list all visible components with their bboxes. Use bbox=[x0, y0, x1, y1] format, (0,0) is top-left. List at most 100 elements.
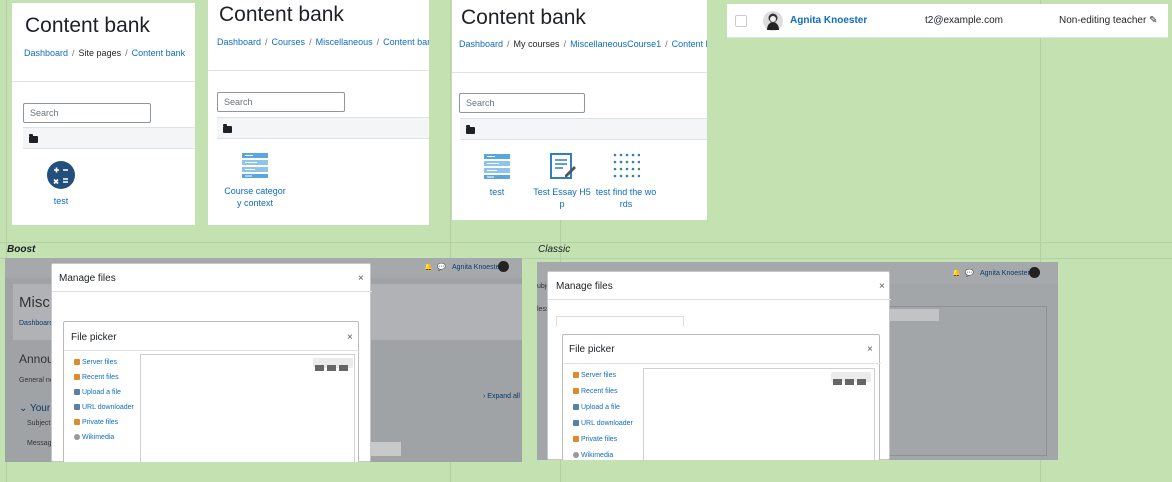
editor-toolbar bbox=[889, 309, 939, 321]
chat-icon[interactable]: 💬 bbox=[437, 263, 446, 271]
content-item[interactable]: test bbox=[474, 152, 520, 198]
breadcrumb-content-bank[interactable]: Content bank bbox=[672, 39, 707, 49]
repo-private-files[interactable]: Private files bbox=[74, 419, 118, 426]
dialog-title: File picker bbox=[569, 344, 615, 355]
content-item[interactable]: Test Essay H5 p bbox=[533, 152, 591, 210]
page-title: Content bank bbox=[219, 3, 344, 26]
avatar bbox=[763, 11, 783, 31]
content-item-label: test bbox=[489, 187, 505, 197]
folder-icon[interactable] bbox=[223, 124, 232, 133]
avatar bbox=[1029, 267, 1040, 278]
grid-line bbox=[0, 242, 1172, 243]
close-icon[interactable]: × bbox=[347, 332, 353, 343]
repo-label: Wikimedia bbox=[82, 434, 115, 441]
repo-label: Upload a file bbox=[82, 389, 121, 396]
content-item[interactable]: test find the wo rds bbox=[594, 152, 658, 210]
content-item-label: y context bbox=[236, 198, 274, 208]
calculator-icon bbox=[47, 161, 75, 189]
upload-icon bbox=[573, 404, 579, 411]
content-item[interactable]: Course categor y context bbox=[222, 151, 288, 209]
repo-label: Wikimedia bbox=[581, 452, 614, 459]
content-item-label: test bbox=[53, 196, 69, 206]
url-icon bbox=[573, 420, 579, 427]
repo-wikimedia[interactable]: Wikimedia bbox=[74, 434, 114, 441]
bell-icon[interactable]: 🔔 bbox=[952, 269, 961, 277]
content-item-label: p bbox=[559, 199, 565, 209]
repo-upload[interactable]: Upload a file bbox=[573, 404, 620, 411]
breadcrumb-courses[interactable]: Courses bbox=[272, 37, 306, 47]
file-picker-dialog: File picker × Server files Recent files … bbox=[562, 334, 881, 460]
breadcrumb[interactable]: Dashboard bbox=[19, 320, 53, 327]
expand-all-link[interactable]: › Expand all bbox=[483, 393, 520, 400]
user-menu-name[interactable]: Agnita Knoester bbox=[452, 264, 502, 271]
breadcrumb-dashboard[interactable]: Dashboard bbox=[217, 37, 261, 47]
view-mode-buttons[interactable] bbox=[313, 358, 353, 371]
repo-url-downloader[interactable]: URL downloader bbox=[74, 404, 134, 411]
bell-icon[interactable]: 🔔 bbox=[424, 263, 433, 271]
repo-label: URL downloader bbox=[82, 404, 134, 411]
repo-server-files[interactable]: Server files bbox=[74, 359, 117, 366]
user-menu-name[interactable]: Agnita Knoester bbox=[980, 270, 1030, 277]
repo-url-downloader[interactable]: URL downloader bbox=[573, 420, 633, 427]
divider bbox=[208, 70, 429, 71]
section-toggle[interactable]: ⌄ Your bbox=[19, 403, 50, 414]
repo-label: Private files bbox=[581, 436, 618, 443]
content-bank-panel-category: Content bank Dashboard / Courses / Miscellan… bbox=[208, 0, 429, 225]
find-the-words-icon bbox=[613, 153, 640, 178]
chat-icon[interactable]: 💬 bbox=[965, 269, 974, 277]
participant-role: Non-editing teacher ✎ bbox=[1059, 15, 1157, 26]
content-toolbar bbox=[217, 117, 429, 139]
close-icon[interactable]: × bbox=[358, 273, 364, 284]
classic-screenshot: 🔔 💬 Agnita Knoester ubje less Manage fil… bbox=[537, 262, 1058, 460]
file-picker-dialog: File picker × Server files Recent files … bbox=[63, 321, 360, 462]
repo-label: URL downloader bbox=[581, 420, 633, 427]
search-input[interactable]: Search bbox=[217, 92, 345, 112]
select-checkbox[interactable] bbox=[735, 15, 747, 27]
view-mode-buttons[interactable] bbox=[831, 372, 871, 385]
content-item-label: rds bbox=[619, 199, 633, 209]
breadcrumb: Dashboard / My courses / MiscellaneousCourse… bbox=[459, 39, 707, 49]
tab-strip bbox=[556, 316, 684, 326]
content-item-label: Course categor bbox=[224, 186, 286, 196]
breadcrumb-dashboard[interactable]: Dashboard bbox=[459, 39, 503, 49]
folder-icon[interactable] bbox=[466, 125, 475, 134]
editor-area bbox=[887, 306, 1047, 456]
breadcrumb-miscellaneous[interactable]: Miscellaneous bbox=[316, 37, 373, 47]
breadcrumb-content-bank[interactable]: Content bank bbox=[132, 48, 186, 58]
content-item[interactable]: test bbox=[38, 161, 84, 207]
private-icon bbox=[573, 436, 579, 443]
breadcrumb: Dashboard / Site pages / Content bank bbox=[24, 48, 186, 58]
content-item-label: Test Essay H5 bbox=[533, 187, 591, 197]
repo-recent-files[interactable]: Recent files bbox=[573, 388, 618, 395]
course-presentation-icon bbox=[242, 153, 268, 178]
page-title: Misc bbox=[19, 294, 50, 311]
message-label: Messag bbox=[27, 440, 52, 447]
content-bank-panel-course: Content bank Dashboard / My courses / Miscel… bbox=[452, 0, 707, 220]
folder-icon[interactable] bbox=[29, 134, 38, 143]
divider bbox=[52, 291, 372, 292]
participant-name[interactable]: Agnita Knoester bbox=[790, 15, 867, 26]
pencil-icon[interactable]: ✎ bbox=[1149, 15, 1157, 26]
section-label: Your bbox=[29, 403, 51, 414]
search-input[interactable]: Search bbox=[459, 93, 585, 113]
repo-private-files[interactable]: Private files bbox=[573, 436, 617, 443]
close-icon[interactable]: × bbox=[879, 281, 885, 292]
url-icon bbox=[74, 404, 80, 411]
breadcrumb-dashboard[interactable]: Dashboard bbox=[24, 48, 68, 58]
breadcrumb-content-bank[interactable]: Content bank bbox=[383, 37, 429, 47]
private-icon bbox=[74, 419, 80, 426]
repo-label: Recent files bbox=[82, 374, 119, 381]
repo-upload[interactable]: Upload a file bbox=[74, 389, 121, 396]
repo-server-files[interactable]: Server files bbox=[573, 372, 616, 379]
search-input[interactable]: Search bbox=[23, 103, 151, 123]
close-icon[interactable]: × bbox=[867, 344, 873, 355]
avatar bbox=[498, 261, 509, 272]
participant-row: Agnita Knoester t2@example.com Non-editi… bbox=[727, 4, 1168, 38]
repo-recent-files[interactable]: Recent files bbox=[74, 374, 119, 381]
repo-label: Server files bbox=[82, 359, 118, 366]
repo-wikimedia[interactable]: Wikimedia bbox=[573, 452, 613, 459]
recent-icon bbox=[74, 374, 80, 381]
breadcrumb-course[interactable]: MiscellaneousCourse1 bbox=[570, 39, 661, 49]
repo-label: Upload a file bbox=[581, 404, 620, 411]
recent-icon bbox=[573, 388, 579, 395]
